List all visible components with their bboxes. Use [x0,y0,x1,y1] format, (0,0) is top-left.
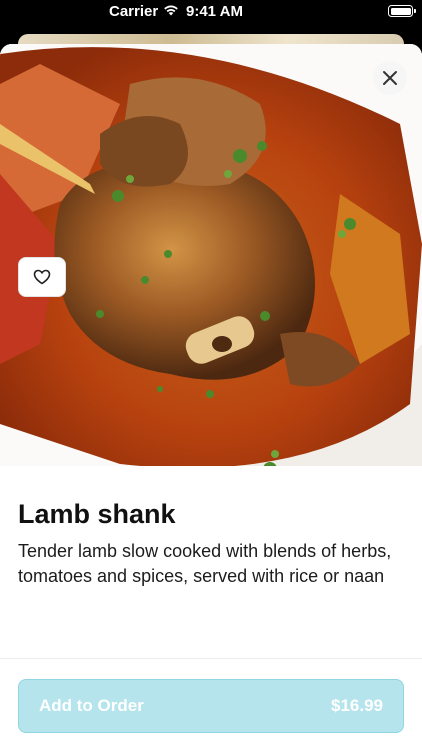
item-detail-sheet: Lamb shank Tender lamb slow cooked with … [0,44,422,750]
add-to-order-label: Add to Order [39,696,144,715]
order-footer: Add to Order $16.99 [0,658,422,750]
status-time: 9:41 AM [186,3,243,20]
wifi-icon [163,3,179,20]
item-description: Tender lamb slow cooked with blends of h… [18,541,392,586]
close-icon [383,71,397,85]
status-bar: Carrier 9:41 AM [0,0,422,24]
add-to-order-button[interactable]: Add to Order $16.99 [18,679,404,733]
battery-icon [388,5,416,17]
carrier-group: Carrier [109,3,179,20]
price-label: $16.99 [331,696,383,715]
close-button[interactable] [373,61,407,95]
item-image [0,44,422,466]
favorite-button[interactable] [18,257,66,297]
item-title: Lamb shank [18,499,176,529]
carrier-label: Carrier [109,3,159,20]
item-details: Lamb shank Tender lamb slow cooked with … [0,466,422,589]
heart-outline-icon [33,269,51,285]
